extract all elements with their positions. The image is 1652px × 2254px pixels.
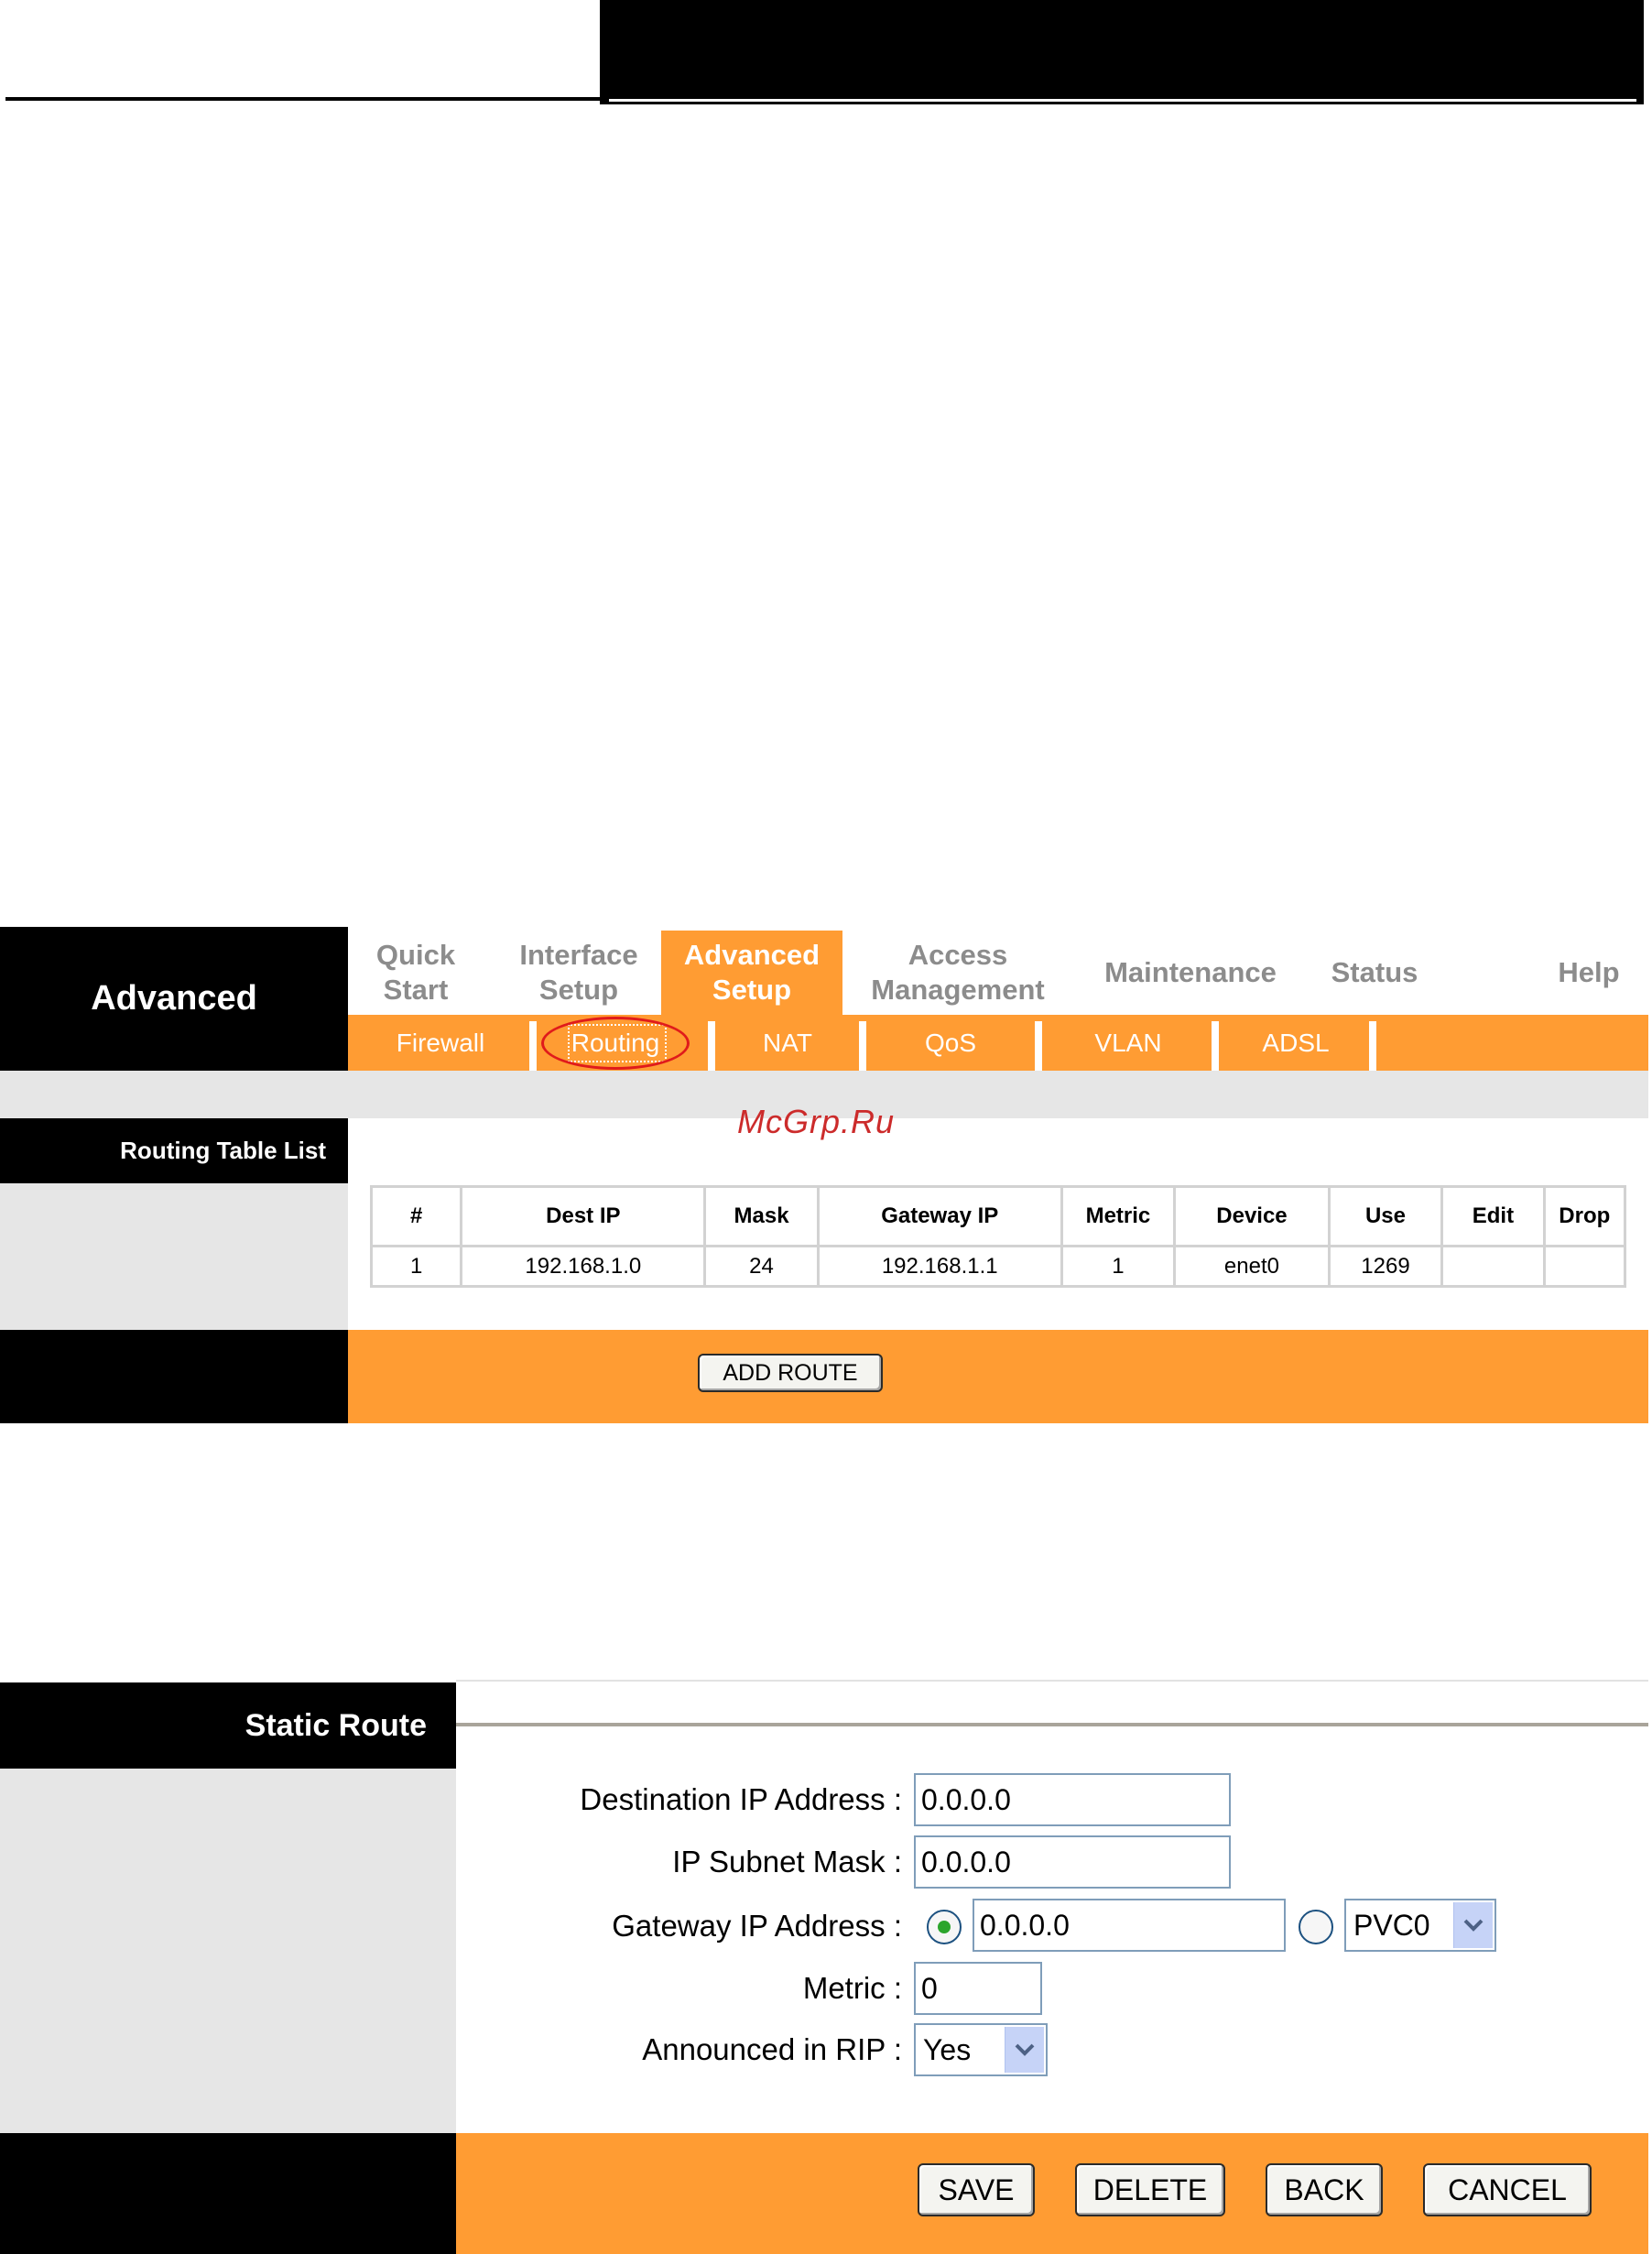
gateway-pvc-radio[interactable] xyxy=(1299,1910,1333,1944)
nav-label-line2: Management xyxy=(871,974,1045,1006)
footer-black-block xyxy=(0,1330,348,1423)
subnav-separator xyxy=(708,1021,715,1071)
table-cell: 1269 xyxy=(1330,1247,1441,1285)
nav-label-line2: Setup xyxy=(538,974,619,1006)
subnav-firewall[interactable]: Firewall xyxy=(366,1015,515,1071)
nav-help[interactable]: Help xyxy=(1538,931,1639,1015)
metric-input[interactable] xyxy=(914,1962,1042,2015)
col-header: Metric xyxy=(1062,1188,1174,1245)
gateway-ip-input[interactable] xyxy=(973,1899,1286,1952)
rip-select[interactable]: Yes xyxy=(914,2023,1048,2076)
drop-cell[interactable] xyxy=(1545,1247,1624,1285)
table-cell: 1 xyxy=(1062,1247,1174,1285)
nav-access-management[interactable]: Access Management xyxy=(856,931,1060,1015)
rip-value: Yes xyxy=(923,2032,972,2066)
dest-ip-input[interactable] xyxy=(914,1773,1231,1826)
chevron-down-icon[interactable] xyxy=(1005,2027,1044,2073)
section-title: Advanced xyxy=(0,927,348,1071)
nav-label-line1: Help xyxy=(1558,956,1620,988)
nav-quick-start[interactable]: Quick Start xyxy=(348,931,484,1015)
rip-label: Announced in RIP : xyxy=(642,2032,902,2066)
table-cell: 1 xyxy=(373,1247,461,1285)
footer-black-block xyxy=(0,2133,456,2254)
subnav-separator xyxy=(1035,1021,1042,1071)
table-cell: 192.168.1.0 xyxy=(462,1247,704,1285)
footer-orange-bar xyxy=(348,1330,1648,1423)
routing-table: # Dest IP Mask Gateway IP Metric Device … xyxy=(370,1185,1626,1288)
gateway-ip-radio[interactable] xyxy=(927,1910,962,1944)
col-header: Drop xyxy=(1545,1188,1624,1245)
nav-status[interactable]: Status xyxy=(1319,931,1430,1015)
nav-label-line1: Advanced xyxy=(683,939,821,971)
static-route-label: Static Route xyxy=(0,1682,456,1769)
metric-label: Metric : xyxy=(802,1971,902,2005)
left-gray-panel xyxy=(0,1769,456,2133)
col-header: Edit xyxy=(1443,1188,1543,1245)
nav-label-line1: Status xyxy=(1331,956,1418,988)
left-gray-panel xyxy=(0,1183,348,1330)
nav-interface-setup[interactable]: Interface Setup xyxy=(499,931,658,1015)
subnav-adsl[interactable]: ADSL xyxy=(1223,1015,1369,1071)
subnet-mask-input[interactable] xyxy=(914,1835,1231,1889)
nav-label-line1: Quick xyxy=(375,939,456,971)
static-route-top-line xyxy=(456,1680,1648,1682)
subnet-mask-label: IP Subnet Mask : xyxy=(672,1845,902,1878)
table-header-row: # Dest IP Mask Gateway IP Metric Device … xyxy=(373,1188,1624,1245)
subnav-nat[interactable]: NAT xyxy=(719,1015,856,1071)
save-button[interactable]: SAVE xyxy=(918,2163,1035,2216)
delete-button[interactable]: DELETE xyxy=(1075,2163,1225,2216)
nav-label-line1: Access xyxy=(908,939,1008,971)
routing-table-label: Routing Table List xyxy=(0,1118,348,1183)
col-header: Dest IP xyxy=(462,1188,704,1245)
subnav-separator xyxy=(859,1021,866,1071)
table-cell: enet0 xyxy=(1176,1247,1328,1285)
header-black-bar xyxy=(600,0,1644,104)
nav-label-line1: Maintenance xyxy=(1104,956,1277,988)
gateway-pvc-value: PVC0 xyxy=(1353,1908,1430,1942)
subnav-qos[interactable]: QoS xyxy=(870,1015,1031,1071)
dest-ip-label: Destination IP Address : xyxy=(580,1782,902,1816)
nav-label-line2: Start xyxy=(383,974,449,1006)
nav-advanced-setup[interactable]: Advanced Setup xyxy=(661,931,842,1015)
edit-cell[interactable] xyxy=(1443,1247,1543,1285)
col-header: Mask xyxy=(706,1188,817,1245)
subnav-vlan[interactable]: VLAN xyxy=(1046,1015,1211,1071)
routing-highlight-circle xyxy=(541,1017,690,1070)
table-cell: 192.168.1.1 xyxy=(819,1247,1060,1285)
back-button[interactable]: BACK xyxy=(1266,2163,1383,2216)
subnav-separator xyxy=(1212,1021,1219,1071)
gateway-ip-label: Gateway IP Address : xyxy=(612,1909,902,1943)
radio-selected-dot xyxy=(938,1921,951,1933)
add-route-button[interactable]: ADD ROUTE xyxy=(698,1354,883,1392)
chevron-down-icon[interactable] xyxy=(1453,1902,1493,1948)
col-header: # xyxy=(373,1188,461,1245)
subnav-separator xyxy=(1369,1021,1376,1071)
col-header: Use xyxy=(1330,1188,1441,1245)
table-row: 1 192.168.1.0 24 192.168.1.1 1 enet0 126… xyxy=(373,1247,1624,1285)
header-inner-line xyxy=(609,99,1636,102)
cancel-button[interactable]: CANCEL xyxy=(1423,2163,1592,2216)
col-header: Gateway IP xyxy=(819,1188,1060,1245)
nav-label-line2: Setup xyxy=(712,974,792,1006)
nav-label-line1: Interface xyxy=(519,939,638,971)
col-header: Device xyxy=(1176,1188,1328,1245)
watermark: McGrp.Ru xyxy=(737,1103,896,1140)
static-route-rule xyxy=(456,1723,1648,1726)
gateway-pvc-select[interactable]: PVC0 xyxy=(1344,1899,1496,1952)
table-cell: 24 xyxy=(706,1247,817,1285)
subnav-separator xyxy=(529,1021,537,1071)
nav-maintenance[interactable]: Maintenance xyxy=(1090,931,1291,1015)
